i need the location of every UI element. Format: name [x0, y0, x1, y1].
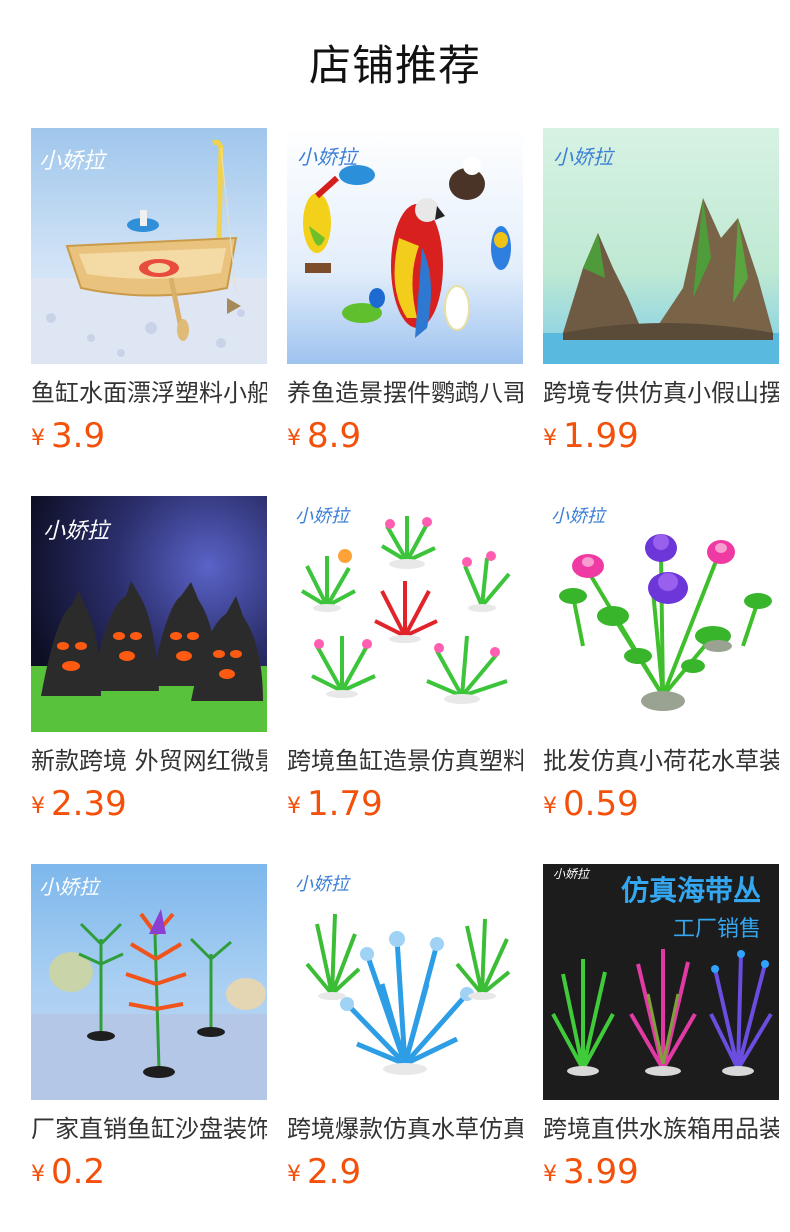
currency-symbol: ¥: [287, 794, 301, 819]
product-name[interactable]: 批发仿真小荷花水草装饰: [543, 744, 779, 778]
currency-symbol: ¥: [287, 426, 301, 451]
price-value: 2.39: [51, 784, 127, 824]
banner-title: 仿真海带丛: [621, 874, 761, 907]
product-image[interactable]: 小娇拉: [31, 864, 267, 1100]
product-price: ¥0.59: [543, 782, 779, 826]
product-image[interactable]: 小娇拉: [31, 496, 267, 732]
price-value: 0.2: [51, 1152, 106, 1192]
product-image[interactable]: 小娇拉: [287, 496, 523, 732]
price-value: 1.99: [563, 416, 639, 456]
price-value: 3.99: [563, 1152, 639, 1192]
product-card[interactable]: 小娇拉 新款跨境 外贸网红微景观 ¥2.39: [31, 496, 267, 824]
product-name[interactable]: 跨境直供水族箱用品装饰: [543, 1112, 779, 1146]
price-value: 1.79: [307, 784, 383, 824]
brand-logo: 小娇拉: [295, 506, 351, 527]
product-name[interactable]: 跨境爆款仿真水草仿真: [287, 1112, 523, 1146]
product-image[interactable]: 小娇拉: [31, 128, 267, 364]
product-card[interactable]: 小娇拉 仿真海带丛 工厂销售 跨境直供水族箱用品装饰 ¥3.99: [543, 864, 779, 1192]
product-name[interactable]: 跨境鱼缸造景仿真塑料水草: [287, 744, 523, 778]
product-image[interactable]: 小娇拉: [543, 128, 779, 364]
product-name[interactable]: 厂家直销鱼缸沙盘装饰: [31, 1112, 267, 1146]
product-price: ¥3.9: [31, 414, 267, 458]
currency-symbol: ¥: [287, 1162, 301, 1187]
product-price: ¥0.2: [31, 1150, 267, 1194]
brand-logo: 小娇拉: [39, 149, 108, 174]
page-title: 店铺推荐: [308, 41, 481, 90]
product-image[interactable]: 小娇拉: [287, 864, 523, 1100]
banner-subtitle: 工厂销售: [673, 917, 761, 942]
currency-symbol: ¥: [543, 1162, 557, 1187]
product-price: ¥1.79: [287, 782, 523, 826]
product-price: ¥2.9: [287, 1150, 523, 1194]
product-card[interactable]: 小娇拉 养鱼造景摆件鹦鹉八哥 ¥8.9: [287, 128, 523, 456]
product-card[interactable]: 小娇拉 厂家直销鱼缸沙盘装饰 ¥0.2: [31, 864, 267, 1192]
product-name[interactable]: 跨境专供仿真小假山摆件: [543, 376, 779, 410]
currency-symbol: ¥: [31, 794, 45, 819]
product-name[interactable]: 养鱼造景摆件鹦鹉八哥: [287, 376, 523, 410]
brand-logo: 小娇拉: [553, 145, 616, 169]
brand-logo: 小娇拉: [551, 506, 607, 527]
product-image[interactable]: 小娇拉: [543, 496, 779, 732]
product-price: ¥2.39: [31, 782, 267, 826]
product-card[interactable]: 小娇拉 批发仿真小荷花水草装饰 ¥0.59: [543, 496, 779, 824]
product-price: ¥8.9: [287, 414, 523, 458]
product-card[interactable]: 小娇拉 跨境爆款仿真水草仿真 ¥2.9: [287, 864, 523, 1192]
price-value: 3.9: [51, 416, 106, 456]
price-value: 8.9: [307, 416, 362, 456]
brand-logo: 小娇拉: [39, 875, 102, 899]
product-image[interactable]: 小娇拉: [287, 128, 523, 364]
product-name[interactable]: 新款跨境 外贸网红微景观: [31, 744, 267, 778]
product-card[interactable]: 小娇拉 跨境鱼缸造景仿真塑料水草 ¥1.79: [287, 496, 523, 824]
brand-logo: 小娇拉: [43, 519, 112, 544]
currency-symbol: ¥: [543, 794, 557, 819]
price-value: 2.9: [307, 1152, 362, 1192]
currency-symbol: ¥: [31, 1162, 45, 1187]
product-name[interactable]: 鱼缸水面漂浮塑料小船: [31, 376, 267, 410]
product-image[interactable]: 小娇拉 仿真海带丛 工厂销售: [543, 864, 779, 1100]
brand-logo: 小娇拉: [553, 867, 591, 881]
product-card[interactable]: 小娇拉 鱼缸水面漂浮塑料小船 ¥3.9: [31, 128, 267, 456]
currency-symbol: ¥: [543, 426, 557, 451]
product-price: ¥3.99: [543, 1150, 779, 1194]
brand-logo: 小娇拉: [295, 874, 351, 895]
brand-logo: 小娇拉: [297, 145, 360, 169]
price-value: 0.59: [563, 784, 639, 824]
currency-symbol: ¥: [31, 426, 45, 451]
product-price: ¥1.99: [543, 414, 779, 458]
product-card[interactable]: 小娇拉 跨境专供仿真小假山摆件 ¥1.99: [543, 128, 779, 456]
